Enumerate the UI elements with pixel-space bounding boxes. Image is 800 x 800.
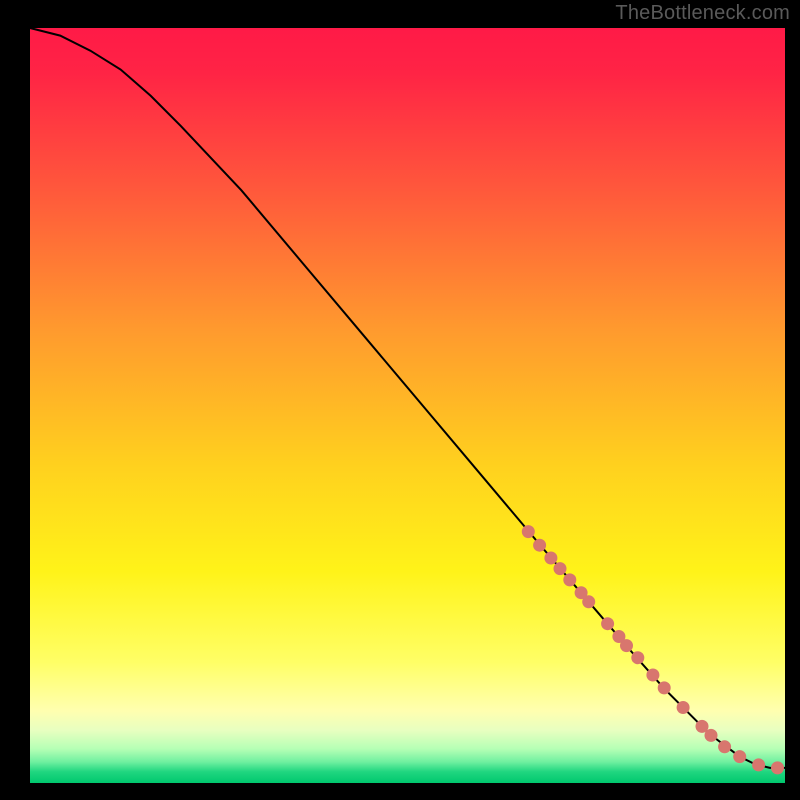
data-marker xyxy=(771,761,784,774)
data-marker xyxy=(601,617,614,630)
chart-frame: { "attribution": "TheBottleneck.com", "p… xyxy=(0,0,800,800)
data-marker xyxy=(705,729,718,742)
data-marker xyxy=(522,525,535,538)
data-marker xyxy=(620,639,633,652)
data-marker xyxy=(563,573,576,586)
data-marker xyxy=(677,701,690,714)
data-marker xyxy=(752,758,765,771)
data-marker xyxy=(733,750,746,763)
data-marker xyxy=(544,552,557,565)
data-marker xyxy=(631,651,644,664)
data-marker xyxy=(646,669,659,682)
plot-background xyxy=(30,28,785,783)
data-marker xyxy=(533,539,546,552)
data-marker xyxy=(658,681,671,694)
data-marker xyxy=(554,562,567,575)
data-marker xyxy=(718,740,731,753)
bottleneck-chart xyxy=(0,0,800,800)
data-marker xyxy=(582,595,595,608)
